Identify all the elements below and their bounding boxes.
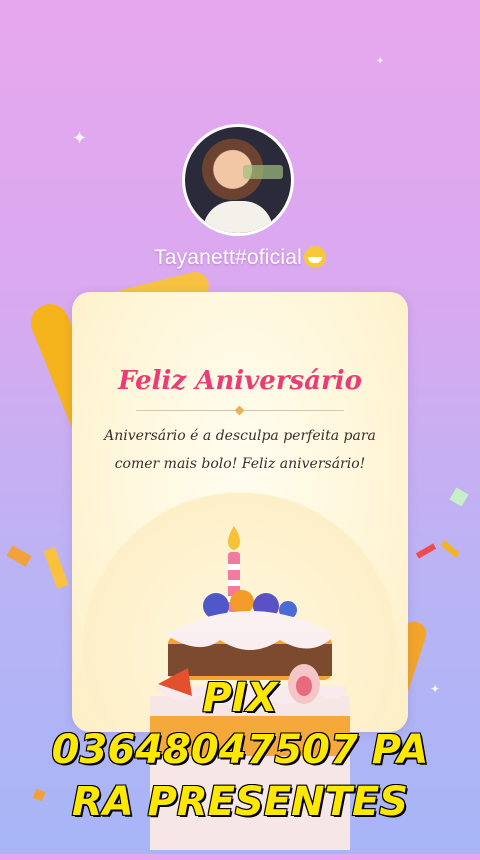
avatar-shirt: [203, 201, 273, 233]
confetti-piece: [6, 545, 32, 567]
card-title: Feliz Aniversário: [118, 366, 362, 396]
card-message-line: Aniversário é a desculpa perfeita para: [104, 428, 376, 444]
pix-caption-line: RA PRESENTES: [71, 778, 409, 826]
profile-username: Tayanett#oficial: [0, 246, 480, 270]
confetti-piece: [415, 543, 437, 559]
sparkle-icon: ✦: [72, 128, 88, 149]
card-divider: [136, 410, 344, 411]
pix-caption-line: PIX: [201, 674, 278, 722]
card-message-line: comer mais bolo! Feliz aniversário!: [114, 456, 366, 472]
pix-caption: PIX 03648047507 PA RA PRESENTES: [0, 672, 480, 828]
confetti-piece: [449, 487, 469, 507]
card-message: Aniversário é a desculpa perfeita para c…: [98, 422, 382, 478]
username-text: Tayanett#oficial: [154, 246, 302, 269]
avatar[interactable]: [182, 124, 294, 236]
confetti-piece: [43, 547, 69, 589]
pix-caption-line: 03648047507 PA: [51, 726, 430, 774]
avatar-background: [243, 165, 283, 179]
sparkle-icon: ✦: [376, 56, 385, 67]
confetti-piece: [440, 540, 460, 558]
grinning-face-icon: [303, 246, 326, 268]
